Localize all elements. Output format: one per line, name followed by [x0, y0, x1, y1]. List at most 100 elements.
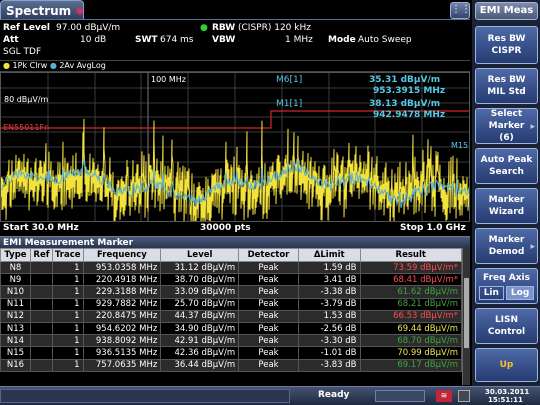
up-button[interactable]: Up	[475, 348, 538, 382]
freq-axis-toggle[interactable]: Lin Log	[476, 286, 537, 300]
table-cell: 1	[51, 273, 84, 287]
table-row[interactable]: N11 1 929.7882 MHz 25.70 dBµV/m Peak -3.79 dB…	[0, 297, 463, 311]
freq-axis-lin[interactable]: Lin	[478, 286, 504, 300]
table-row[interactable]: N14 1 938.8092 MHz 42.91 dBµV/m Peak -3.30 dB…	[0, 334, 463, 348]
table-cell: 68.21 dBµV/m	[359, 297, 463, 311]
spectrum-plot[interactable]: 100 MHz 80 dBµV/m EN55011Fn M6[1] 35.31 …	[0, 72, 470, 222]
table-row[interactable]: N8 1 953.0358 MHz 31.12 dBµV/m Peak 1.59 dB 73…	[0, 260, 463, 275]
table-cell: Peak	[238, 273, 299, 287]
ref-level-label: Ref Level	[3, 23, 50, 33]
auto-peak-line1: Auto Peak	[480, 155, 533, 165]
trace1-dot-icon: ●	[3, 61, 10, 70]
table-cell: 68.41 dBµV/m*	[359, 273, 463, 287]
table-cell: Peak	[238, 297, 299, 311]
marker-demod-line1: Marker	[488, 235, 525, 245]
table-header-row: Type Ref Trace Frequency Level Detector …	[0, 248, 463, 262]
col-result: Result	[359, 248, 463, 262]
table-cell: 34.90 dBµV/m	[160, 321, 240, 336]
lisn-control-button[interactable]: LISN Control	[475, 308, 538, 344]
trace-legend: ● 1Pk Clrw ● 2Av AvgLog	[0, 60, 470, 72]
table-row[interactable]: N13 1 954.6202 MHz 34.90 dBµV/m Peak -2.56 dB…	[0, 321, 463, 336]
res-bw-cispr-line2: CISPR	[491, 46, 522, 56]
auto-peak-line2: Search	[489, 167, 524, 177]
table-row[interactable]: N9 1 220.4918 MHz 38.70 dBµV/m Peak 3.41 dB 68…	[0, 273, 463, 287]
swt-label: SWT	[135, 35, 158, 45]
vbw-label: VBW	[212, 35, 236, 45]
table-cell: N14	[0, 334, 31, 348]
m6-level: 35.31 dBµV/m	[369, 75, 441, 85]
table-cell: 1	[51, 334, 84, 348]
sweep-points: 30000 pts	[200, 223, 251, 233]
status-bar: Ready ≋ 30.03.2011 15:51:11	[0, 386, 540, 405]
marker-wizard-line2: Wizard	[488, 207, 525, 217]
table-cell	[29, 285, 53, 299]
table-cell: Peak	[238, 334, 299, 348]
rbw-label: RBW	[212, 23, 236, 33]
table-cell: Peak	[238, 260, 299, 275]
col-trace: Trace	[51, 248, 84, 262]
select-marker-line2: Marker	[488, 121, 525, 131]
select-marker-line3: (6)	[499, 133, 514, 143]
table-cell: -3.30 dB	[297, 334, 361, 348]
table-cell: -1.01 dB	[297, 346, 361, 360]
table-row[interactable]: N12 1 220.8475 MHz 44.37 dBµV/m Peak 1.53 dB 6…	[0, 309, 463, 323]
freq-axis-button[interactable]: Freq Axis Lin Log	[475, 268, 538, 304]
chevron-right-icon: ▸	[530, 242, 535, 252]
table-cell: N11	[0, 297, 31, 311]
scrollbar-thumb[interactable]	[464, 278, 469, 348]
tab-star-icon: ✱	[75, 5, 85, 18]
marker-demod-button[interactable]: Marker Demod ▸	[475, 228, 538, 264]
table-cell: -3.79 dB	[297, 297, 361, 311]
res-bw-cispr-button[interactable]: Res BW CISPR	[475, 26, 538, 64]
lisn-line1: LISN	[494, 315, 519, 325]
mode-label: Mode	[328, 35, 356, 45]
table-cell	[29, 309, 53, 323]
marker-wizard-button[interactable]: Marker Wizard	[475, 188, 538, 224]
softkey-panel: EMI Meas Res BW CISPR Res BW MIL Std Selec…	[472, 0, 540, 386]
table-cell	[29, 334, 53, 348]
m1-level: 38.13 dBµV/m	[369, 99, 441, 109]
table-row[interactable]: N16 1 757.0635 MHz 36.44 dBµV/m Peak -3.83 dB…	[0, 358, 463, 372]
freq-axis-log[interactable]: Log	[505, 286, 535, 300]
marker-table: Type Ref Trace Frequency Level Detector …	[0, 248, 463, 372]
table-cell: 3.41 dB	[297, 273, 361, 287]
table-cell: 1	[51, 297, 84, 311]
m15-label: M15	[451, 141, 469, 150]
mode-value: Auto Sweep	[358, 35, 412, 45]
table-cell: 954.6202 MHz	[82, 321, 162, 336]
table-cell: 229.3188 MHz	[82, 285, 162, 299]
table-cell: 220.8475 MHz	[82, 309, 162, 323]
table-cell: 70.99 dBµV/m	[359, 346, 463, 360]
table-cell: 42.36 dBµV/m	[160, 346, 240, 360]
select-marker-button[interactable]: Select Marker (6) ▸	[475, 108, 538, 144]
table-title: EMI Measurement Marker	[0, 236, 470, 248]
table-cell: N10	[0, 285, 31, 299]
table-cell: Peak	[238, 358, 299, 372]
table-scrollbar[interactable]	[462, 248, 470, 385]
menu-dots-icon[interactable]: ⋮⋮	[450, 2, 471, 19]
status-indicator	[375, 390, 425, 402]
table-cell: 44.37 dBµV/m	[160, 309, 240, 323]
res-bw-mil-button[interactable]: Res BW MIL Std	[475, 68, 538, 104]
sgl-tdf: SGL TDF	[3, 47, 42, 57]
table-cell: -2.56 dB	[297, 321, 361, 336]
table-row[interactable]: N15 1 936.5135 MHz 42.36 dBµV/m Peak -1.01 dB…	[0, 346, 463, 360]
table-cell: -3.38 dB	[297, 285, 361, 299]
tab-spectrum[interactable]: Spectrum ✱	[0, 0, 84, 20]
table-row[interactable]: N10 1 229.3188 MHz 33.09 dBµV/m Peak -3.38 dB…	[0, 285, 463, 299]
table-cell: N13	[0, 321, 31, 336]
trace2-dot-icon: ●	[49, 61, 57, 70]
table-cell	[29, 346, 53, 360]
lisn-line2: Control	[487, 327, 526, 337]
softkey-menu-title: EMI Meas	[475, 2, 538, 20]
col-ref: Ref	[29, 248, 53, 262]
table-cell: 929.7882 MHz	[82, 297, 162, 311]
status-square-icon	[458, 390, 470, 402]
col-type: Type	[0, 248, 31, 262]
table-cell: 61.62 dBµV/m	[359, 285, 463, 299]
y-ref-label: 80 dBµV/m	[4, 95, 49, 104]
table-cell: 1	[51, 321, 84, 336]
stop-freq: Stop 1.0 GHz	[400, 223, 466, 233]
start-freq: Start 30.0 MHz	[3, 223, 79, 233]
auto-peak-search-button[interactable]: Auto Peak Search	[475, 148, 538, 184]
